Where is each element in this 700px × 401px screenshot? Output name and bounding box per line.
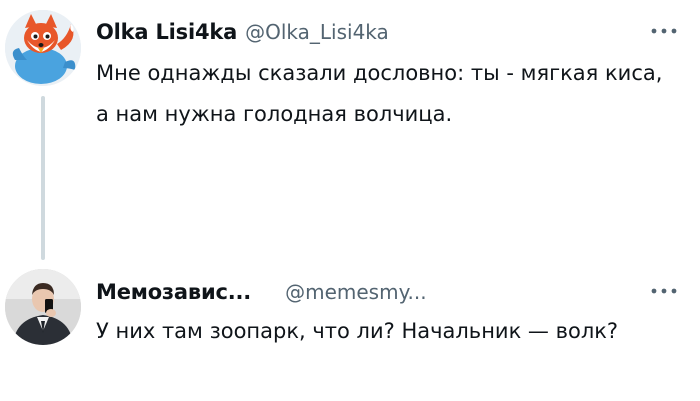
tweet-text: У них там зоопарк, что ли? Начальник — в… (96, 319, 619, 343)
tweet-text: Мне однажды сказали дословно: ты - мягка… (96, 61, 663, 126)
more-options-icon[interactable] (644, 19, 684, 43)
fox-avatar-icon[interactable] (5, 10, 81, 86)
person-photo-avatar[interactable] (5, 269, 81, 345)
person-photo-drawing (5, 269, 81, 345)
user-handle[interactable]: @Olka_Lisi4ka (245, 20, 389, 44)
fox-avatar-drawing (5, 10, 81, 86)
tweet-2[interactable]: Мемозавис... @memesmy... У них там зоопа… (0, 262, 700, 401)
tweet-header: Мемозавис... @memesmy... (96, 277, 690, 307)
thread-connector-line (41, 96, 45, 260)
display-name[interactable]: Olka Lisi4ka (96, 20, 237, 44)
tweet-header: Olka Lisi4ka @Olka_Lisi4ka (96, 17, 690, 47)
display-name[interactable]: Мемозавис... (96, 280, 251, 304)
user-handle[interactable]: @memesmy... (285, 280, 427, 304)
tweet-1[interactable]: Olka Lisi4ka @Olka_Lisi4ka Мне однажды с… (0, 0, 700, 262)
more-options-icon[interactable] (644, 279, 684, 303)
